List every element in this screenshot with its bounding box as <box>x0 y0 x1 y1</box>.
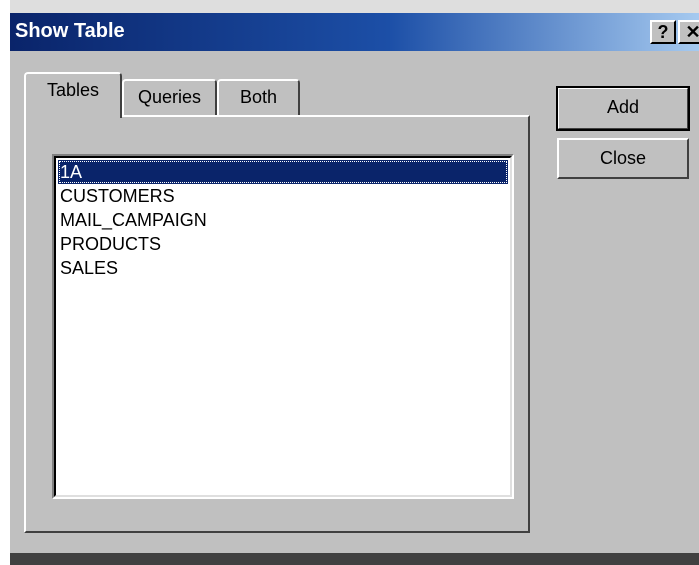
title-bar[interactable]: Show Table ? ✕ <box>10 13 699 51</box>
list-item[interactable]: CUSTOMERS <box>58 184 508 208</box>
tab-tables[interactable]: Tables <box>24 72 122 118</box>
list-item[interactable]: SALES <box>58 256 508 280</box>
show-table-dialog: Show Table ? ✕ Queries Both 1A CUSTOMERS… <box>10 0 699 565</box>
list-item[interactable]: 1A <box>58 160 508 184</box>
add-button[interactable]: Add <box>556 86 690 131</box>
tab-queries[interactable]: Queries <box>122 79 217 117</box>
top-strip <box>10 0 699 13</box>
table-listbox[interactable]: 1A CUSTOMERS MAIL_CAMPAIGN PRODUCTS SALE… <box>52 154 514 499</box>
list-items: 1A CUSTOMERS MAIL_CAMPAIGN PRODUCTS SALE… <box>56 158 510 280</box>
close-button[interactable]: Close <box>557 138 689 179</box>
window-title: Show Table <box>15 20 125 42</box>
list-item[interactable]: MAIL_CAMPAIGN <box>58 208 508 232</box>
bottom-edge <box>10 553 699 565</box>
tab-both[interactable]: Both <box>217 79 300 117</box>
list-item[interactable]: PRODUCTS <box>58 232 508 256</box>
help-button[interactable]: ? <box>650 20 676 44</box>
tab-panel: 1A CUSTOMERS MAIL_CAMPAIGN PRODUCTS SALE… <box>24 115 530 533</box>
close-window-button[interactable]: ✕ <box>678 20 699 44</box>
